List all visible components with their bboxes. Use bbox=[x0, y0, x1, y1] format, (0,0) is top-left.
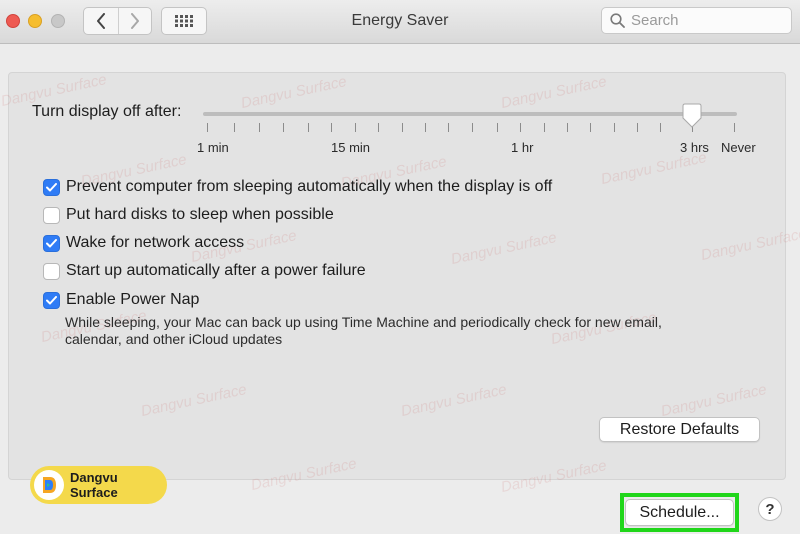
slider-tick bbox=[425, 123, 426, 132]
slider-tick bbox=[259, 123, 260, 132]
checkmark-icon bbox=[46, 238, 57, 247]
slider-tick bbox=[567, 123, 568, 132]
checkmark-icon bbox=[46, 295, 57, 304]
search-icon bbox=[610, 13, 625, 28]
checkmark-icon bbox=[46, 182, 57, 191]
watermark-badge: Dangvu Surface bbox=[30, 466, 167, 504]
slider-tick bbox=[283, 123, 284, 132]
option-label: Wake for network access bbox=[66, 234, 245, 251]
grid-icon bbox=[175, 15, 193, 27]
search-field[interactable] bbox=[601, 7, 792, 34]
zoom-window-button[interactable] bbox=[51, 14, 65, 28]
slider-tick bbox=[660, 123, 661, 132]
back-button[interactable] bbox=[84, 8, 118, 34]
option-label: Enable Power Nap bbox=[66, 291, 200, 308]
forward-button[interactable] bbox=[117, 8, 152, 34]
tick-label-3-hrs: 3 hrs bbox=[680, 140, 709, 155]
slider-tick bbox=[544, 123, 545, 132]
title-bar: Energy Saver bbox=[0, 0, 800, 44]
option-label: Put hard disks to sleep when possible bbox=[66, 206, 334, 223]
search-input[interactable] bbox=[631, 12, 781, 29]
checkbox-power-nap[interactable] bbox=[43, 291, 60, 309]
chevron-right-icon bbox=[130, 13, 139, 29]
tick-label-1-min: 1 min bbox=[197, 140, 229, 155]
option-wake-network[interactable]: Wake for network access bbox=[43, 234, 244, 252]
slider-tick bbox=[497, 123, 498, 132]
option-start-up[interactable]: Start up automatically after a power fai… bbox=[43, 262, 366, 280]
tick-label-15-min: 15 min bbox=[331, 140, 371, 155]
option-prevent-sleep[interactable]: Prevent computer from sleeping automatic… bbox=[43, 178, 552, 196]
checkbox-wake-network[interactable] bbox=[43, 234, 60, 252]
option-disk-sleep[interactable]: Put hard disks to sleep when possible bbox=[43, 206, 334, 224]
slider-tick bbox=[402, 123, 403, 132]
restore-defaults-button[interactable]: Restore Defaults bbox=[599, 417, 760, 442]
slider-tick bbox=[331, 123, 332, 132]
logo-icon bbox=[34, 470, 64, 500]
slider-tick bbox=[308, 123, 309, 132]
checkbox-disk-sleep[interactable] bbox=[43, 206, 60, 224]
slider-tick bbox=[378, 123, 379, 132]
option-power-nap[interactable]: Enable Power Nap bbox=[43, 291, 199, 309]
chevron-left-icon bbox=[96, 13, 105, 29]
slider-tick bbox=[520, 123, 521, 132]
minimize-window-button[interactable] bbox=[28, 14, 42, 28]
slider-tick bbox=[472, 123, 473, 132]
display-sleep-slider-thumb[interactable] bbox=[682, 103, 702, 128]
option-label: Start up automatically after a power fai… bbox=[66, 262, 366, 279]
slider-tick bbox=[614, 123, 615, 132]
slider-tick bbox=[448, 123, 449, 132]
checkbox-start-up[interactable] bbox=[43, 262, 60, 280]
slider-tick bbox=[734, 123, 735, 132]
checkbox-prevent-sleep[interactable] bbox=[43, 178, 60, 196]
display-sleep-label: Turn display off after: bbox=[32, 103, 182, 120]
badge-text: Dangvu Surface bbox=[70, 470, 118, 500]
display-sleep-slider-track[interactable] bbox=[203, 112, 737, 116]
tick-label-1-hr: 1 hr bbox=[511, 140, 534, 155]
tick-label-never: Never bbox=[721, 140, 756, 155]
slider-tick bbox=[590, 123, 591, 132]
close-window-button[interactable] bbox=[6, 14, 20, 28]
option-label: Prevent computer from sleeping automatic… bbox=[66, 178, 553, 195]
slider-tick bbox=[207, 123, 208, 132]
slider-tick bbox=[234, 123, 235, 132]
slider-tick bbox=[355, 123, 356, 132]
power-nap-description: While sleeping, your Mac can back up usi… bbox=[65, 314, 662, 347]
slider-tick bbox=[637, 123, 638, 132]
navigation-buttons bbox=[83, 7, 152, 35]
show-all-button[interactable] bbox=[161, 7, 207, 35]
schedule-button[interactable]: Schedule... bbox=[625, 499, 734, 526]
help-button[interactable]: ? bbox=[758, 497, 782, 521]
